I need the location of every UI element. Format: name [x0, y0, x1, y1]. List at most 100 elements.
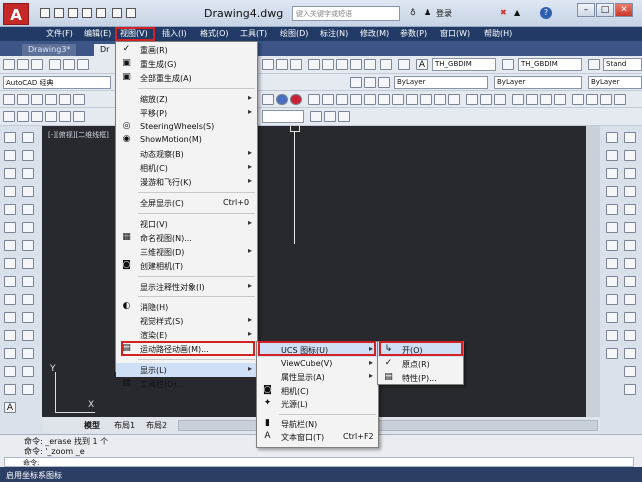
offset-icon[interactable]: [22, 186, 34, 197]
menu-item[interactable]: 缩放(Z) ▸: [116, 92, 257, 106]
table-style-combo[interactable]: Stand: [603, 58, 642, 71]
snap-intersect-icon[interactable]: [606, 168, 618, 179]
ellipse-icon[interactable]: [4, 294, 16, 305]
zoom-icon[interactable]: [276, 59, 288, 70]
vertical-scrollbar[interactable]: [586, 126, 600, 417]
snap-insert-icon[interactable]: [606, 276, 618, 287]
render-icon[interactable]: [572, 94, 584, 105]
erase-icon[interactable]: [22, 132, 34, 143]
view-combo[interactable]: [262, 110, 304, 123]
arc-icon[interactable]: [4, 222, 16, 233]
cylinder-icon[interactable]: [364, 94, 376, 105]
hatch-icon[interactable]: [4, 366, 16, 377]
text-style-icon[interactable]: A: [416, 59, 428, 70]
menu-item[interactable]: A 文本窗口(T) Ctrl+F2: [257, 430, 378, 444]
menu-item[interactable]: 三维视图(D) ▸: [116, 245, 257, 259]
tool-palette-icon[interactable]: [336, 59, 348, 70]
tool-f-icon[interactable]: [73, 111, 85, 122]
view-top-icon[interactable]: [624, 132, 636, 143]
region-icon[interactable]: [4, 384, 16, 395]
save-icon[interactable]: [68, 8, 78, 18]
polyline-icon[interactable]: [4, 168, 16, 179]
view-se-icon[interactable]: [624, 258, 636, 269]
mtext-icon[interactable]: A: [4, 402, 16, 413]
redo-icon[interactable]: [126, 8, 136, 18]
fly-icon[interactable]: [554, 94, 566, 105]
modify2-b-icon[interactable]: [624, 330, 636, 341]
workspace-combo[interactable]: AutoCAD 经典: [3, 76, 111, 89]
color-combo[interactable]: ByLayer: [394, 76, 488, 89]
menu-item[interactable]: 动态观察(B) ▸: [116, 147, 257, 161]
modify2-d-icon[interactable]: [624, 366, 636, 377]
menu-item[interactable]: ViewCube(V) ▸: [257, 357, 378, 371]
doc-tab-drawing3[interactable]: Drawing3*: [22, 44, 77, 56]
tool-c-icon[interactable]: [31, 111, 43, 122]
horizontal-scrollbar[interactable]: [178, 420, 598, 431]
modify2-e-icon[interactable]: [624, 384, 636, 395]
menu-item[interactable]: ◎ SteeringWheels(S): [116, 120, 257, 134]
polygon-icon[interactable]: [4, 186, 16, 197]
modify2-a-icon[interactable]: [624, 312, 636, 323]
dim-style-icon[interactable]: [502, 59, 514, 70]
help-icon[interactable]: ?: [540, 7, 552, 19]
user-icon[interactable]: ♟: [424, 8, 431, 17]
dim-radius-icon[interactable]: [59, 94, 71, 105]
menu-item[interactable]: ✦ 光源(L): [257, 397, 378, 411]
autocad-logo-icon[interactable]: A: [3, 3, 29, 25]
maximize-icon[interactable]: □: [596, 3, 614, 17]
new-file-icon[interactable]: [40, 8, 50, 18]
union-icon[interactable]: [466, 94, 478, 105]
sphere-icon[interactable]: [350, 94, 362, 105]
lineweight-combo[interactable]: ByLayer: [588, 76, 642, 89]
menu-item[interactable]: 平移(P) ▸: [116, 106, 257, 120]
tab-model[interactable]: 模型: [84, 420, 100, 431]
view-right-icon[interactable]: [624, 186, 636, 197]
menu-item[interactable]: ◙ 创建相机(T): [116, 259, 257, 273]
new-icon[interactable]: [3, 59, 15, 70]
point-icon[interactable]: [4, 348, 16, 359]
text-style-combo[interactable]: TH_GBDIM: [432, 58, 496, 71]
menu-insert[interactable]: 插入(I): [162, 28, 187, 39]
menu-item[interactable]: 属性显示(A) ▸: [257, 370, 378, 384]
modify2-c-icon[interactable]: [624, 348, 636, 359]
menu-item[interactable]: ▥ 工具栏(O)...: [116, 377, 257, 391]
trim-icon[interactable]: [22, 294, 34, 305]
loft-icon[interactable]: [448, 94, 460, 105]
close-icon[interactable]: ✕: [615, 3, 633, 17]
sheetset-icon[interactable]: [350, 59, 362, 70]
exchange-icon[interactable]: ✖: [500, 8, 507, 17]
orbit-icon[interactable]: [512, 94, 524, 105]
publish-icon[interactable]: [77, 59, 89, 70]
doc-tab-drawing4[interactable]: Dr: [94, 44, 116, 56]
subtract-icon[interactable]: [480, 94, 492, 105]
snap-tangent-icon[interactable]: [606, 222, 618, 233]
menu-item[interactable]: 渲染(E) ▸: [116, 328, 257, 342]
dim-diameter-icon[interactable]: [73, 94, 85, 105]
fillet-icon[interactable]: [22, 384, 34, 395]
extend-icon[interactable]: [22, 312, 34, 323]
dim-style-combo[interactable]: TH_GBDIM: [518, 58, 582, 71]
ucs-icon[interactable]: [310, 111, 322, 122]
zoom-prev-icon[interactable]: [290, 59, 302, 70]
tool-d-icon[interactable]: [45, 111, 57, 122]
realistic-sphere-icon[interactable]: [290, 94, 302, 105]
join-icon[interactable]: [22, 348, 34, 359]
layer-match-icon[interactable]: [364, 77, 376, 88]
menu-format[interactable]: 格式(O): [200, 28, 229, 39]
table-style-icon[interactable]: [588, 59, 600, 70]
box-icon[interactable]: [308, 94, 320, 105]
construction-line-icon[interactable]: [4, 150, 16, 161]
snap-perp-icon[interactable]: [606, 240, 618, 251]
snap-center-icon[interactable]: [606, 186, 618, 197]
menu-item[interactable]: 视口(V) ▸: [116, 217, 257, 231]
dim-arc-icon[interactable]: [31, 94, 43, 105]
scale-icon[interactable]: [22, 258, 34, 269]
menu-tools[interactable]: 工具(T): [240, 28, 267, 39]
tab-layout2[interactable]: 布局2: [146, 420, 167, 431]
open-file-icon[interactable]: [54, 8, 64, 18]
dim-aligned-icon[interactable]: [17, 94, 29, 105]
help-toolbar-icon[interactable]: [398, 59, 410, 70]
dim-linear-icon[interactable]: [3, 94, 15, 105]
menu-item[interactable]: ◉ ShowMotion(M): [116, 133, 257, 147]
triangle-icon[interactable]: ▲: [514, 8, 520, 17]
